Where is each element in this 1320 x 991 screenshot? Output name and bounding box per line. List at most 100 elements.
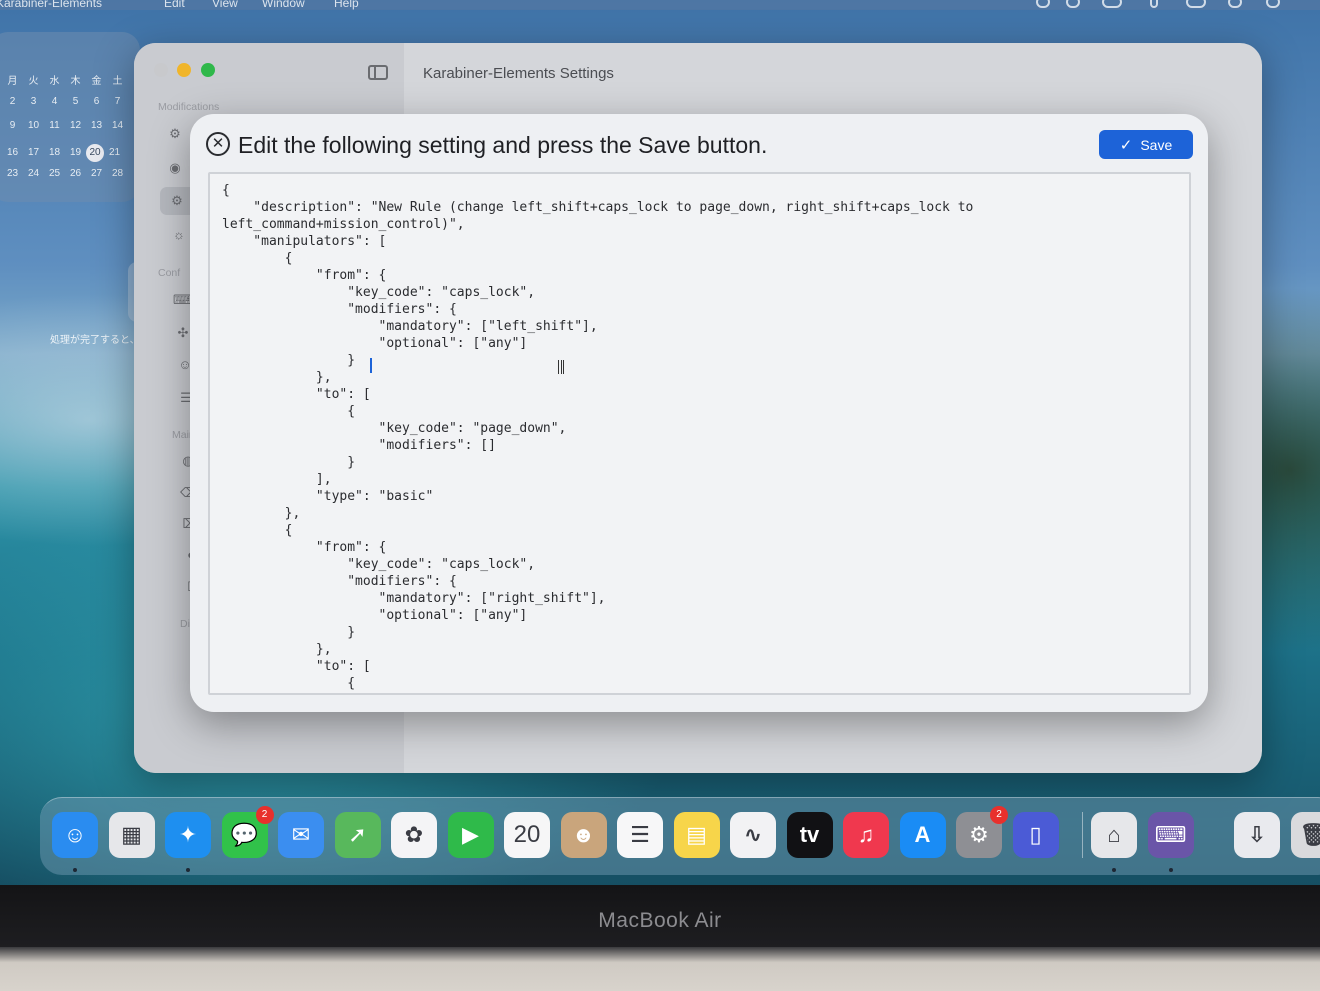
code-line: },: [222, 642, 332, 657]
laptop-base: [0, 947, 1320, 991]
notes-icon[interactable]: ▤: [673, 812, 720, 858]
sheet-title: Edit the following setting and press the…: [238, 132, 768, 158]
calendar-widget[interactable]: 月火水木金土 234567 9 10 11 12 13 14 16 17 18 19 20 21 2…: [0, 32, 140, 202]
photos-icon-glyph: ✿: [404, 822, 424, 847]
dock: ☺ ▦ ✦ 💬 2 ✉ ➚ ✿ ▶ 20 ☻ ☰ ▤ ∿ tv ♫ A ⚙ 2 ▯ ⌂ ⌨ ⇩ 🗑: [40, 797, 1320, 875]
running-indicator: [1112, 868, 1116, 872]
gear-icon[interactable]: ⚙: [166, 125, 184, 143]
karabiner-icon[interactable]: ⌂: [1091, 812, 1137, 858]
checkmark-icon: ✓: [1119, 136, 1133, 154]
music-icon[interactable]: ♫: [843, 812, 889, 858]
mail-icon[interactable]: ✉: [278, 812, 324, 858]
save-label: Save: [1140, 136, 1173, 153]
window-minimize-button[interactable]: [177, 63, 191, 77]
menu-bar: Karabiner-Elements Edit View Window Help: [0, 0, 1320, 10]
menu-window[interactable]: Window: [262, 0, 305, 10]
status-icon[interactable]: [1066, 0, 1080, 8]
code-line: "from": {: [222, 540, 387, 555]
status-icon[interactable]: [1266, 0, 1280, 8]
dock-divider: [1082, 812, 1083, 858]
trash-icon[interactable]: 🗑: [1290, 812, 1320, 858]
close-icon[interactable]: ✕: [206, 132, 230, 156]
contacts-icon-glyph: ☻: [571, 822, 596, 847]
code-line: "modifiers": []: [222, 438, 496, 453]
system-settings-icon-glyph: ⚙: [969, 822, 989, 847]
app-store-icon[interactable]: A: [899, 812, 946, 858]
code-line: {: [222, 404, 356, 419]
keyboard-viewer-icon[interactable]: ⌨: [1147, 812, 1194, 858]
launchpad-icon[interactable]: ▦: [108, 812, 155, 858]
code-line: {: [222, 523, 293, 538]
calendar-week: 23 24 25 26 27 28: [6, 168, 124, 179]
code-line: "modifiers": {: [222, 574, 457, 589]
edit-setting-sheet: ✕ Edit the following setting and press t…: [190, 114, 1208, 712]
keyboard-icon[interactable]: ⌨: [173, 291, 192, 309]
freeform-icon-glyph: ∿: [743, 822, 763, 847]
downloads-icon-glyph: ⇩: [1247, 822, 1267, 847]
code-line: "description": "New Rule (change left_sh…: [222, 200, 974, 215]
downloads-icon[interactable]: ⇩: [1234, 812, 1280, 858]
code-line: "modifiers": {: [222, 302, 457, 317]
code-line: "key_code": "caps_lock",: [222, 557, 536, 572]
messages-icon[interactable]: 💬 2: [221, 806, 274, 858]
finder-icon-glyph: ☺: [63, 822, 87, 847]
code-line: "optional": ["any"]: [222, 336, 528, 351]
notification-badge: 2: [255, 806, 274, 824]
keyboard-viewer-icon-glyph: ⌨: [1154, 822, 1187, 847]
code-line: "from": {: [222, 268, 387, 283]
json-editor[interactable]: { "description": "New Rule (change left_…: [208, 172, 1191, 695]
photos-icon[interactable]: ✿: [391, 812, 437, 858]
calendar-icon[interactable]: 20: [504, 812, 550, 858]
calendar-icon-glyph: 20: [513, 821, 541, 848]
code-line: "mandatory": ["left_shift"],: [222, 319, 598, 334]
menu-app[interactable]: Karabiner-Elements: [0, 0, 102, 10]
code-line: "manipulators": [: [222, 234, 387, 249]
menu-help[interactable]: Help: [334, 0, 359, 10]
iphone-mirroring-icon[interactable]: ▯: [1012, 812, 1059, 858]
trash-icon-glyph: 🗑: [1299, 822, 1320, 847]
app-store-icon-glyph: A: [914, 822, 931, 847]
window-close-button[interactable]: [154, 63, 168, 77]
code-line: {: [222, 251, 293, 266]
code-line: left_command+mission_control)",: [222, 217, 465, 232]
calendar-week: 9 10 11 12 13 14: [9, 120, 124, 131]
calendar-week: 234567: [9, 96, 121, 107]
sun-icon[interactable]: ☼: [170, 226, 188, 244]
tv-icon[interactable]: tv: [786, 812, 833, 858]
speaker-icon[interactable]: ◉: [166, 159, 184, 177]
maps-icon-glyph: ➚: [348, 822, 367, 847]
mail-icon-glyph: ✉: [291, 822, 311, 847]
window-zoom-button[interactable]: [201, 63, 215, 77]
calendar-week: 16 17 18 19 20 21: [2, 144, 125, 162]
sidebar-section-conf: Conf: [158, 267, 181, 279]
contacts-icon[interactable]: ☻: [560, 812, 607, 858]
notification-badge: 2: [990, 806, 1008, 824]
status-icon[interactable]: [1102, 0, 1122, 8]
maps-icon[interactable]: ➚: [334, 812, 381, 858]
gear-pair-icon[interactable]: ⚙: [168, 192, 186, 210]
launchpad-icon-glyph: ▦: [121, 822, 142, 847]
menu-edit[interactable]: Edit: [164, 0, 185, 10]
code-line: "mandatory": ["right_shift"],: [222, 591, 606, 606]
calendar-today: 20: [86, 144, 104, 162]
status-icon[interactable]: [1150, 0, 1158, 8]
json-code[interactable]: { "description": "New Rule (change left_…: [222, 182, 1182, 693]
save-button[interactable]: ✓ Save: [1099, 130, 1193, 159]
search-icon[interactable]: [1228, 0, 1242, 8]
reminders-icon[interactable]: ☰: [617, 812, 663, 858]
code-line: {: [222, 183, 230, 198]
status-icon[interactable]: [1036, 0, 1050, 8]
freeform-icon[interactable]: ∿: [730, 812, 776, 858]
status-icon[interactable]: [1186, 0, 1206, 8]
finder-icon[interactable]: ☺: [52, 812, 98, 858]
facetime-icon[interactable]: ▶: [447, 812, 494, 858]
music-icon-glyph: ♫: [857, 822, 875, 847]
menu-view[interactable]: View: [212, 0, 238, 10]
code-line: }: [222, 353, 356, 368]
system-settings-icon[interactable]: ⚙ 2: [956, 806, 1008, 858]
sidebar-toggle-icon[interactable]: [368, 65, 388, 80]
code-line: "apple_vendor_keyboard_key_code": "missi…: [222, 692, 1182, 693]
safari-icon[interactable]: ✦: [165, 812, 211, 858]
code-line: "key_code": "caps_lock",: [222, 285, 536, 300]
karabiner-icon-glyph: ⌂: [1107, 822, 1121, 847]
